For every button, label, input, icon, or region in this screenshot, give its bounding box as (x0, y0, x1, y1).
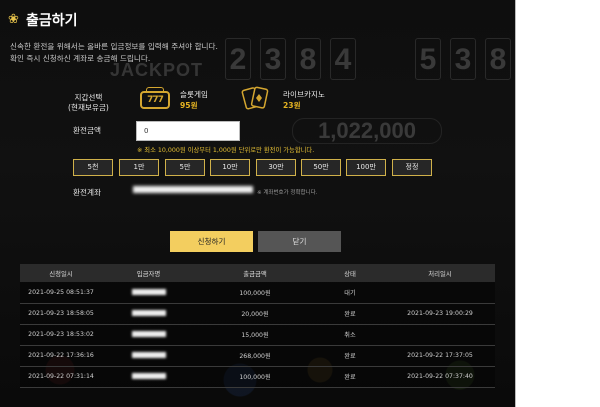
table-row: 2021-09-23 18:53:02 15,000원 취소 (20, 324, 495, 346)
table-row: 2021-09-23 18:58:05 20,000원 완료 2021-09-2… (20, 303, 495, 325)
amount-100k-button[interactable]: 10만 (210, 159, 250, 176)
col-status: 상태 (315, 264, 385, 282)
jackpot-digit: 4 (330, 38, 356, 80)
coins-icon: ❀ (8, 12, 19, 27)
modal-title: 출금하기 (26, 13, 78, 29)
slot-machine-icon[interactable]: 777 (140, 85, 170, 111)
cell-status: 취소 (315, 324, 385, 346)
cell-amount: 20,000원 (195, 303, 315, 325)
table-row: 2021-09-25 08:51:37 100,000원 대기 (20, 282, 495, 304)
cell-requested: 2021-09-23 18:58:05 (20, 303, 102, 325)
cell-depositor (102, 324, 195, 346)
cell-depositor (102, 303, 195, 325)
depositor-redacted (131, 373, 166, 379)
wallet-slot-name: 슬롯게임 (180, 90, 208, 99)
amount-reset-button[interactable]: 정정 (392, 159, 432, 176)
exchange-note: ※ 최소 10,000원 이상부터 1,000원 단위로만 환전이 가능합니다. (137, 147, 315, 154)
cell-status: 대기 (315, 282, 385, 304)
jackpot-digit: 5 (415, 38, 441, 80)
jackpot-digit: 3 (450, 38, 476, 80)
jackpot-digit: 8 (485, 38, 511, 80)
jackpot-digit: 8 (295, 38, 321, 80)
table-header-row: 신청일시 입금자명 출금금액 상태 처리일시 (20, 264, 495, 282)
amount-1m-button[interactable]: 100만 (346, 159, 386, 176)
wallet-casino-amount: 23원 (283, 101, 301, 110)
cell-processed: 2021-09-22 17:37:05 (385, 345, 495, 367)
cell-depositor (102, 366, 195, 388)
cell-requested: 2021-09-23 18:53:02 (20, 324, 102, 346)
cell-processed (385, 282, 495, 304)
jackpot-banner: JACKPOT 2 3 8 4 5 3 8 (105, 30, 515, 90)
amount-5k-button[interactable]: 5천 (73, 159, 113, 176)
wallet-casino[interactable]: 라이브카지노 23원 (283, 89, 325, 111)
playing-cards-icon[interactable] (241, 84, 271, 112)
page-background (515, 0, 600, 407)
depositor-redacted (131, 288, 166, 295)
wallet-label-title: 지갑선택 (74, 93, 103, 102)
cell-amount: 100,000원 (195, 282, 315, 304)
withdraw-modal: JACKPOT 2 3 8 4 5 3 8 1,022,000 ❀ 출금하기 신… (0, 0, 515, 407)
amount-50k-button[interactable]: 5만 (165, 159, 205, 176)
wallet-slot-amount: 95원 (180, 101, 198, 110)
amount-300k-button[interactable]: 30만 (256, 159, 296, 176)
cell-amount: 268,000원 (195, 345, 315, 367)
cell-processed (385, 324, 495, 346)
col-depositor: 입금자명 (102, 264, 195, 282)
wallet-label-sub: (현재보유금) (68, 103, 109, 112)
description-line-2: 확인 즉시 신청하신 계좌로 송금해 드립니다. (10, 54, 151, 63)
cell-processed: 2021-09-23 19:00:29 (385, 303, 495, 325)
depositor-redacted (131, 331, 166, 337)
col-processed: 처리일시 (385, 264, 495, 282)
modal-header: ❀ 출금하기 (8, 10, 78, 30)
exchange-amount-input[interactable]: 0 (136, 121, 240, 141)
cell-status: 완료 (315, 345, 385, 367)
amount-500k-button[interactable]: 50만 (301, 159, 341, 176)
account-label: 환전계좌 (73, 188, 101, 197)
close-button[interactable]: 닫기 (258, 231, 341, 252)
jackpot-digit: 3 (260, 38, 286, 80)
amount-10k-button[interactable]: 1만 (119, 159, 159, 176)
col-amount: 출금금액 (195, 264, 315, 282)
cell-requested: 2021-09-25 08:51:37 (20, 282, 102, 304)
cell-processed: 2021-09-22 07:37:40 (385, 366, 495, 388)
col-requested: 신청일시 (20, 264, 102, 282)
wallet-label: 지갑선택 (현재보유금) (68, 93, 109, 113)
cell-status: 완료 (315, 303, 385, 325)
cell-requested: 2021-09-22 17:36:16 (20, 345, 102, 367)
table-row: 2021-09-22 07:31:14 100,000원 완료 2021-09-… (20, 366, 495, 388)
withdraw-history-table: 신청일시 입금자명 출금금액 상태 처리일시 2021-09-25 08:51:… (20, 264, 495, 388)
wallet-casino-name: 라이브카지노 (283, 90, 325, 99)
account-note: ※ 계좌번호가 정확합니다. (257, 190, 318, 196)
divider (515, 0, 516, 407)
depositor-redacted (131, 352, 166, 358)
account-number-redacted (133, 186, 253, 193)
cell-requested: 2021-09-22 07:31:14 (20, 366, 102, 388)
jackpot-amount-bg: 1,022,000 (292, 118, 442, 144)
cell-status: 완료 (315, 366, 385, 388)
description-line-1: 신속한 환전을 위해서는 올바른 입금정보를 입력해 주셔야 합니다. (10, 42, 218, 51)
cell-depositor (102, 282, 195, 304)
depositor-redacted (131, 310, 166, 316)
cell-amount: 15,000원 (195, 324, 315, 346)
apply-button[interactable]: 신청하기 (170, 231, 253, 252)
exchange-amount-label: 환전금액 (73, 126, 101, 135)
jackpot-digit: 2 (225, 38, 251, 80)
wallet-slot[interactable]: 슬롯게임 95원 (180, 89, 208, 111)
cell-depositor (102, 345, 195, 367)
cell-amount: 100,000원 (195, 366, 315, 388)
table-row: 2021-09-22 17:36:16 268,000원 완료 2021-09-… (20, 345, 495, 367)
